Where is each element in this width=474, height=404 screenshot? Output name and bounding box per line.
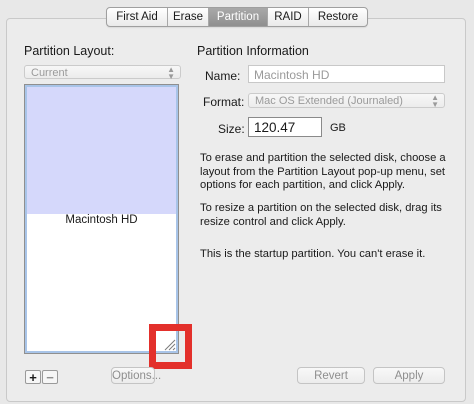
resize-control-highlight: [149, 324, 192, 369]
tab-erase[interactable]: Erase: [168, 8, 209, 26]
size-label: Size:: [218, 122, 245, 136]
erase-instructions: To erase and partition the selected disk…: [200, 152, 446, 191]
format-popup[interactable]: Mac OS Extended (Journaled) ▲ ▼: [248, 93, 445, 109]
format-label: Format:: [203, 95, 245, 109]
tab-raid[interactable]: RAID: [268, 8, 309, 26]
partition-used-space: [25, 85, 178, 214]
tab-restore[interactable]: Restore: [309, 8, 367, 26]
partition-diagram[interactable]: Macintosh HD: [24, 84, 179, 354]
resize-instructions: To resize a partition on the selected di…: [200, 202, 442, 228]
partition-layout-heading: Partition Layout:: [24, 44, 115, 58]
options-button[interactable]: Options...: [111, 367, 161, 384]
revert-button[interactable]: Revert: [297, 367, 365, 384]
name-label: Name:: [205, 69, 241, 83]
add-partition-button[interactable]: +: [25, 370, 41, 384]
tab-bar: First Aid Erase Partition RAID Restore: [106, 7, 368, 27]
partition-information-heading: Partition Information: [197, 44, 309, 58]
tab-partition[interactable]: Partition: [209, 8, 268, 26]
partition-layout-popup[interactable]: Current ▲ ▼: [24, 65, 181, 81]
format-popup-value: Mac OS Extended (Journaled): [255, 95, 403, 107]
size-unit: GB: [330, 122, 346, 134]
partition-name-label: Macintosh HD: [65, 214, 138, 226]
popup-arrows-icon: ▲ ▼: [431, 93, 439, 109]
popup-arrows-icon: ▲ ▼: [167, 65, 175, 81]
tab-first-aid[interactable]: First Aid: [107, 8, 168, 26]
startup-partition-note: This is the startup partition. You can't…: [200, 248, 426, 260]
apply-button[interactable]: Apply: [373, 367, 445, 384]
size-field[interactable]: 120.47: [248, 117, 322, 137]
remove-partition-button[interactable]: −: [42, 370, 58, 384]
name-field[interactable]: Macintosh HD: [248, 65, 445, 83]
partition-layout-popup-value: Current: [31, 67, 68, 79]
